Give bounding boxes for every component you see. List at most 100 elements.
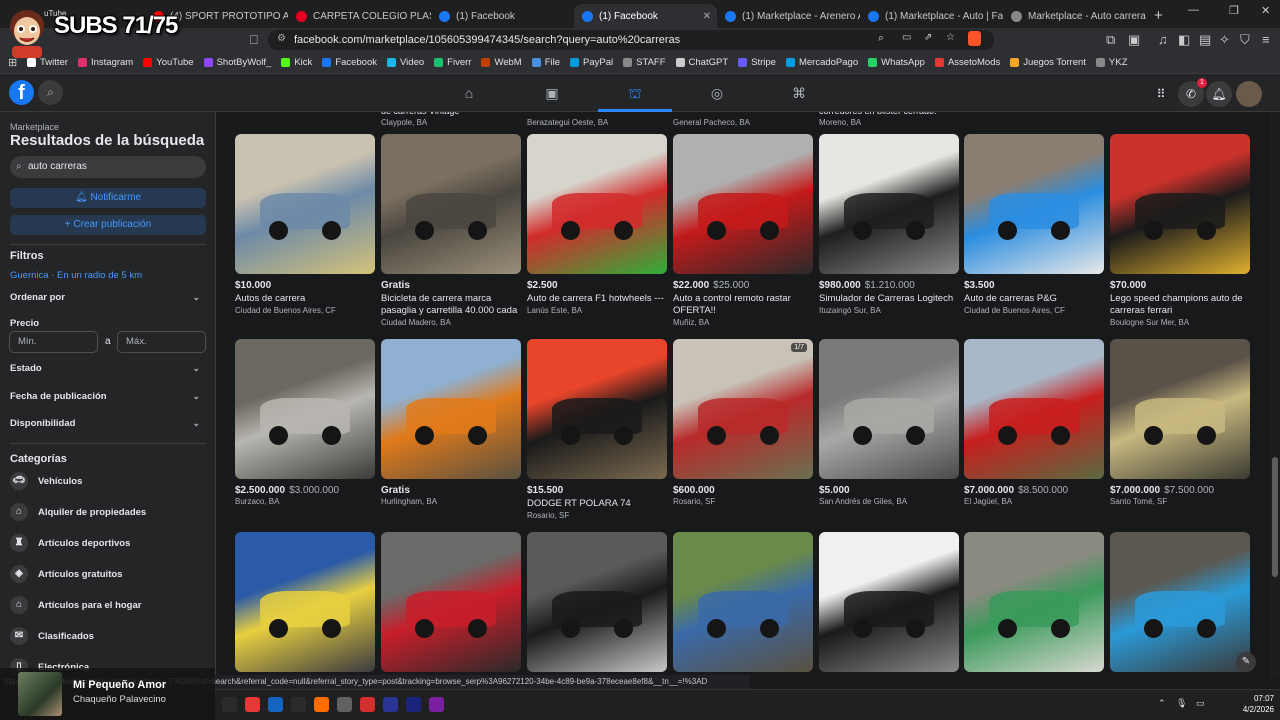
bookmark-item[interactable]: Facebook [317,57,382,68]
listing-photo[interactable] [819,532,959,672]
listing-title[interactable]: Lego speed champions auto de carreras fe… [1110,293,1250,317]
sidebar-icon[interactable]: ◧ [1178,32,1190,48]
shield-icon[interactable] [383,697,398,712]
price-max-input[interactable]: Máx. [117,331,206,353]
listing-photo[interactable] [527,339,667,479]
listing-photo[interactable] [1110,532,1250,672]
bookmark-item[interactable]: Instagram [73,57,138,68]
listing-photo[interactable] [964,339,1104,479]
bookmark-item[interactable]: WebM [476,57,526,68]
share-icon[interactable]: ⇗ [924,32,932,43]
browser-tab[interactable]: CARPETA COLEGIO PLASTICO [288,4,431,28]
listing-photo[interactable] [381,532,521,672]
listing-photo[interactable] [235,134,375,274]
tray-chevron-icon[interactable]: ⌃ [1158,698,1166,709]
app-icon[interactable] [222,697,237,712]
app-icon[interactable] [268,697,283,712]
home-icon[interactable]: ⌂ [459,83,479,103]
wallet-icon[interactable]: ▤ [1199,32,1211,48]
browser-tab[interactable]: (1) Facebook ✕ [574,4,717,28]
system-clock[interactable]: 07:07 4/2/2026 [1224,693,1274,715]
recorder-icon[interactable] [429,697,444,712]
bookmark-item[interactable]: WhatsApp [863,57,930,68]
video-icon[interactable]: ▣ [542,83,562,103]
price-min-input[interactable]: Mín. [9,331,98,353]
url-bar[interactable]: ⚙ facebook.com/marketplace/1056053994743… [268,30,994,50]
browser-tab[interactable]: (1) Marketplace - Arenero Aut [717,4,860,28]
bookmark-item[interactable]: Juegos Torrent [1005,57,1091,68]
ai-icon[interactable]: ✧ [1219,32,1230,48]
bookmark-item[interactable]: Video [382,57,429,68]
listing-card[interactable]: $980.000 $1.210.000 Simulador de Carreras … [819,134,959,315]
listing-title-partial[interactable]: corredores en blister cerrado. [819,112,937,116]
listing-photo[interactable] [235,532,375,672]
compose-icon[interactable]: ✎ [1236,652,1256,672]
listing-card[interactable]: 1/7 $600.000 Rosario, SF [673,339,813,506]
monitor-icon[interactable]: ▭ [1196,698,1205,709]
app-icon[interactable] [337,697,352,712]
listing-photo[interactable] [964,134,1104,274]
marketplace-icon[interactable]: ⛫ [625,83,645,103]
menu-icon[interactable]: ≡ [1262,32,1270,47]
listing-photo[interactable] [381,339,521,479]
listing-photo[interactable]: 1/7 [673,339,813,479]
listing-card[interactable]: $7.000.000 $8.500.000 El Jagüel, BA [964,339,1104,506]
menu-grid-icon[interactable]: ⠿ [1148,81,1174,107]
search-icon[interactable]: ⌕ [38,80,63,105]
listing-photo[interactable] [1110,134,1250,274]
listing-title[interactable]: Auto de carrera F1 hotwheels --- [527,293,667,305]
groups-icon[interactable]: ◎ [707,83,727,103]
state-dropdown[interactable]: Estado ⌄ [10,363,206,374]
category-item[interactable]: ⌂ Alquiler de propiedades [10,501,206,523]
category-item[interactable]: ◈ Artículos gratuitos [10,563,206,585]
gaming-icon[interactable]: ⌘ [789,83,809,103]
bookmark-item[interactable]: YKZ [1091,57,1132,68]
bookmark-item[interactable]: ChatGPT [671,57,734,68]
minimize-icon[interactable]: — [1188,4,1199,16]
listing-photo[interactable] [819,134,959,274]
brave-shield-icon[interactable] [968,31,981,46]
site-info-icon[interactable]: ⚙ [277,33,286,44]
listing-card[interactable]: $5.000 San Andrés de Giles, BA [819,339,959,506]
close-window-icon[interactable]: ✕ [1261,4,1270,17]
listing-card[interactable]: Gratis Bicicleta de carrera marca pasagli… [381,134,521,327]
browser-tab[interactable]: Marketplace - Auto carreras | F [1003,4,1146,28]
date-dropdown[interactable]: Fecha de publicación ⌄ [10,391,206,402]
app-icon[interactable] [314,697,329,712]
listing-photo[interactable] [381,134,521,274]
notify-button[interactable]: 🔔︎ Notificarme [10,188,206,208]
listing-photo[interactable] [673,532,813,672]
listing-photo[interactable] [527,532,667,672]
listing-card[interactable] [527,532,667,672]
bookmark-item[interactable]: Stripe [733,57,781,68]
listing-card[interactable]: $7.000.000 $7.500.000 Santo Tomé, SF [1110,339,1250,506]
media-icon[interactable] [360,697,375,712]
availability-dropdown[interactable]: Disponibilidad ⌄ [10,418,206,429]
listing-card[interactable]: $15.500 [1110,532,1250,678]
listing-photo[interactable] [673,134,813,274]
bookmark-item[interactable]: YouTube [138,57,198,68]
listing-card[interactable] [673,532,813,672]
listing-card[interactable]: $10.000 Autos de carrera Ciudad de Buenos … [235,134,375,315]
listing-card[interactable] [381,532,521,672]
bookmark-item[interactable]: Twitter [22,57,73,68]
screenshot-icon[interactable]: ▣ [1128,32,1140,48]
listing-title-partial[interactable]: de carreras Vintage [381,112,459,116]
photoshop-icon[interactable] [406,697,421,712]
browser-tab[interactable]: (1) Marketplace - Auto | Faceb [860,4,1003,28]
sort-dropdown[interactable]: Ordenar por ⌄ [10,292,206,303]
listing-title[interactable]: Auto de carreras P&G [964,293,1104,305]
bookmark-star-icon[interactable]: ⎕ [250,32,258,48]
listing-card[interactable]: $3.500 Auto de carreras P&G Ciudad de Buen… [964,134,1104,315]
listing-photo[interactable] [1110,339,1250,479]
listing-card[interactable]: $70.000 Lego speed champions auto de carr… [1110,134,1250,327]
brave-icon[interactable] [245,697,260,712]
listing-card[interactable]: $800 [819,532,959,678]
scrollbar[interactable] [1270,112,1280,678]
zoom-search-icon[interactable]: ⌕ [878,32,884,45]
listing-photo[interactable] [235,339,375,479]
listing-card[interactable]: $2.500 Auto de carrera F1 hotwheels --- La… [527,134,667,315]
location-filter[interactable]: Guernica · En un radio de 5 km [10,270,142,281]
listing-photo[interactable] [964,532,1104,672]
listing-title[interactable]: Auto a control remoto rastar OFERTA!! [673,293,813,317]
